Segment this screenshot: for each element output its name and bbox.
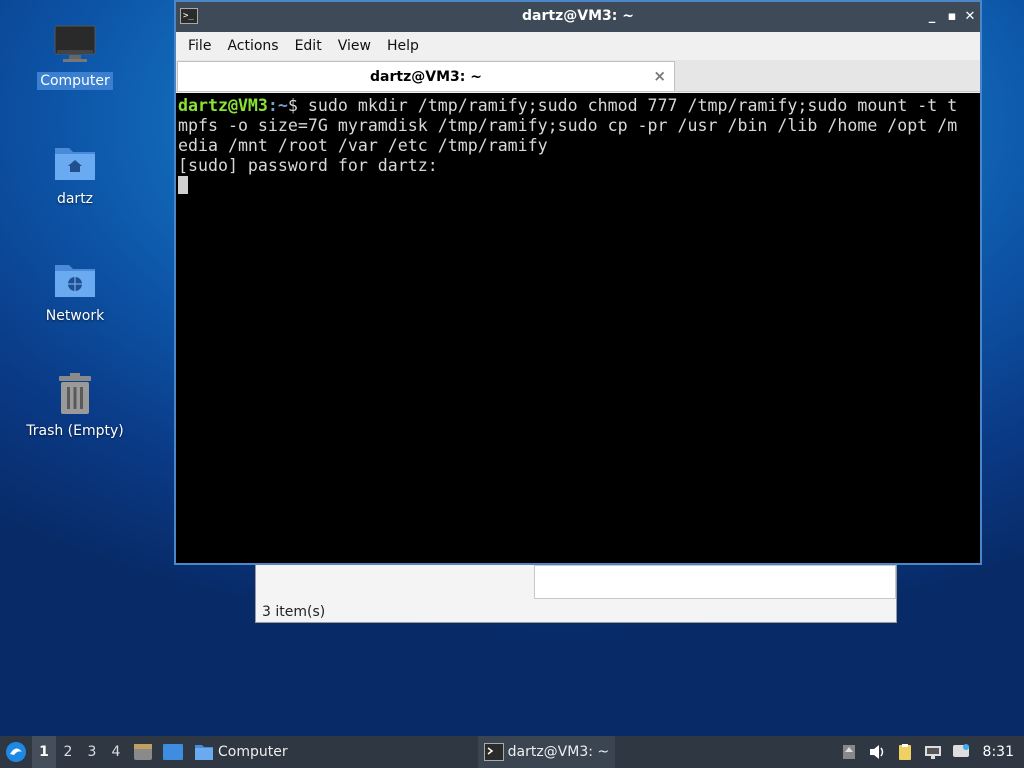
terminal-line: [sudo] password for dartz: — [178, 156, 448, 175]
taskbar: 1 2 3 4 Computer dartz@VM3: ~ 8:31 — [0, 736, 1024, 768]
terminal-icon — [483, 743, 504, 761]
folder-icon — [195, 745, 213, 760]
prompt-path: :~ — [267, 96, 288, 115]
close-button[interactable]: ✕ — [960, 7, 980, 27]
workspace-2[interactable]: 2 — [56, 744, 80, 760]
volume-icon[interactable] — [868, 743, 886, 761]
update-notifier-icon[interactable] — [840, 743, 858, 761]
clock[interactable]: 8:31 — [975, 744, 1024, 760]
menu-bar: File Actions Edit View Help — [176, 32, 980, 60]
start-menu-button[interactable] — [0, 736, 32, 768]
text-cursor — [178, 176, 188, 194]
tab-title: dartz@VM3: ~ — [370, 68, 482, 85]
desktop-icon-computer[interactable]: Computer — [20, 22, 130, 90]
home-folder-icon — [55, 148, 95, 180]
desktop-icon-network[interactable]: Network — [20, 257, 130, 325]
desktop-icon-trash[interactable]: Trash (Empty) — [20, 372, 130, 440]
tab-bar: dartz@VM3: ~ × — [176, 60, 980, 92]
menu-edit[interactable]: Edit — [287, 38, 330, 54]
terminal-titlebar[interactable]: >_ dartz@VM3: ~ _ ▪ ✕ — [176, 2, 980, 32]
tab-close-icon[interactable]: × — [653, 67, 666, 85]
terminal-tab[interactable]: dartz@VM3: ~ × — [177, 61, 675, 91]
task-label: dartz@VM3: ~ — [507, 744, 610, 760]
network-folder-icon — [55, 265, 95, 297]
menu-actions[interactable]: Actions — [219, 38, 286, 54]
file-manager-status: 3 item(s) — [262, 604, 326, 620]
lubuntu-logo-icon — [6, 742, 26, 762]
computer-icon — [54, 25, 96, 62]
maximize-button[interactable]: ▪ — [942, 7, 962, 27]
file-manager-content-pane[interactable] — [534, 565, 896, 599]
workspace-1[interactable]: 1 — [32, 736, 56, 768]
menu-view[interactable]: View — [330, 38, 379, 54]
minimize-button[interactable]: _ — [922, 7, 942, 27]
menu-file[interactable]: File — [180, 38, 219, 54]
show-desktop-icon[interactable] — [162, 742, 184, 762]
task-terminal[interactable]: dartz@VM3: ~ — [477, 736, 616, 768]
desktop-icon-home[interactable]: dartz — [20, 140, 130, 208]
menu-help[interactable]: Help — [379, 38, 427, 54]
terminal-line: sudo mkdir /tmp/ramify;sudo chmod 777 /t… — [307, 96, 958, 115]
desktop-icon-label: Network — [45, 308, 105, 324]
system-tray: 8:31 — [835, 736, 1024, 768]
notification-icon[interactable] — [952, 743, 970, 761]
terminal-line: mpfs -o size=7G myramdisk /tmp/ramify;su… — [178, 116, 958, 135]
prompt-user: dartz@VM3 — [178, 96, 268, 115]
network-icon[interactable] — [924, 743, 942, 761]
desktop-icon-label: Trash (Empty) — [26, 423, 124, 439]
trash-icon — [59, 373, 91, 414]
task-computer[interactable]: Computer — [188, 736, 294, 768]
clipboard-icon[interactable] — [896, 743, 914, 761]
terminal-output[interactable]: dartz@VM3:~$ sudo mkdir /tmp/ramify;sudo… — [176, 93, 980, 563]
workspace-3[interactable]: 3 — [80, 744, 104, 760]
terminal-line: edia /mnt /root /var /etc /tmp/ramify — [178, 136, 548, 155]
desktop-icon-label: Computer — [37, 72, 113, 90]
workspace-4[interactable]: 4 — [104, 744, 128, 760]
window-title: dartz@VM3: ~ — [522, 8, 634, 24]
terminal-window[interactable]: >_ dartz@VM3: ~ _ ▪ ✕ File Actions Edit … — [174, 0, 982, 565]
task-label: Computer — [218, 744, 288, 760]
prompt-symbol: $ — [287, 96, 308, 115]
desktop-icon-label: dartz — [56, 191, 94, 207]
file-manager-launcher-icon[interactable] — [132, 742, 154, 762]
